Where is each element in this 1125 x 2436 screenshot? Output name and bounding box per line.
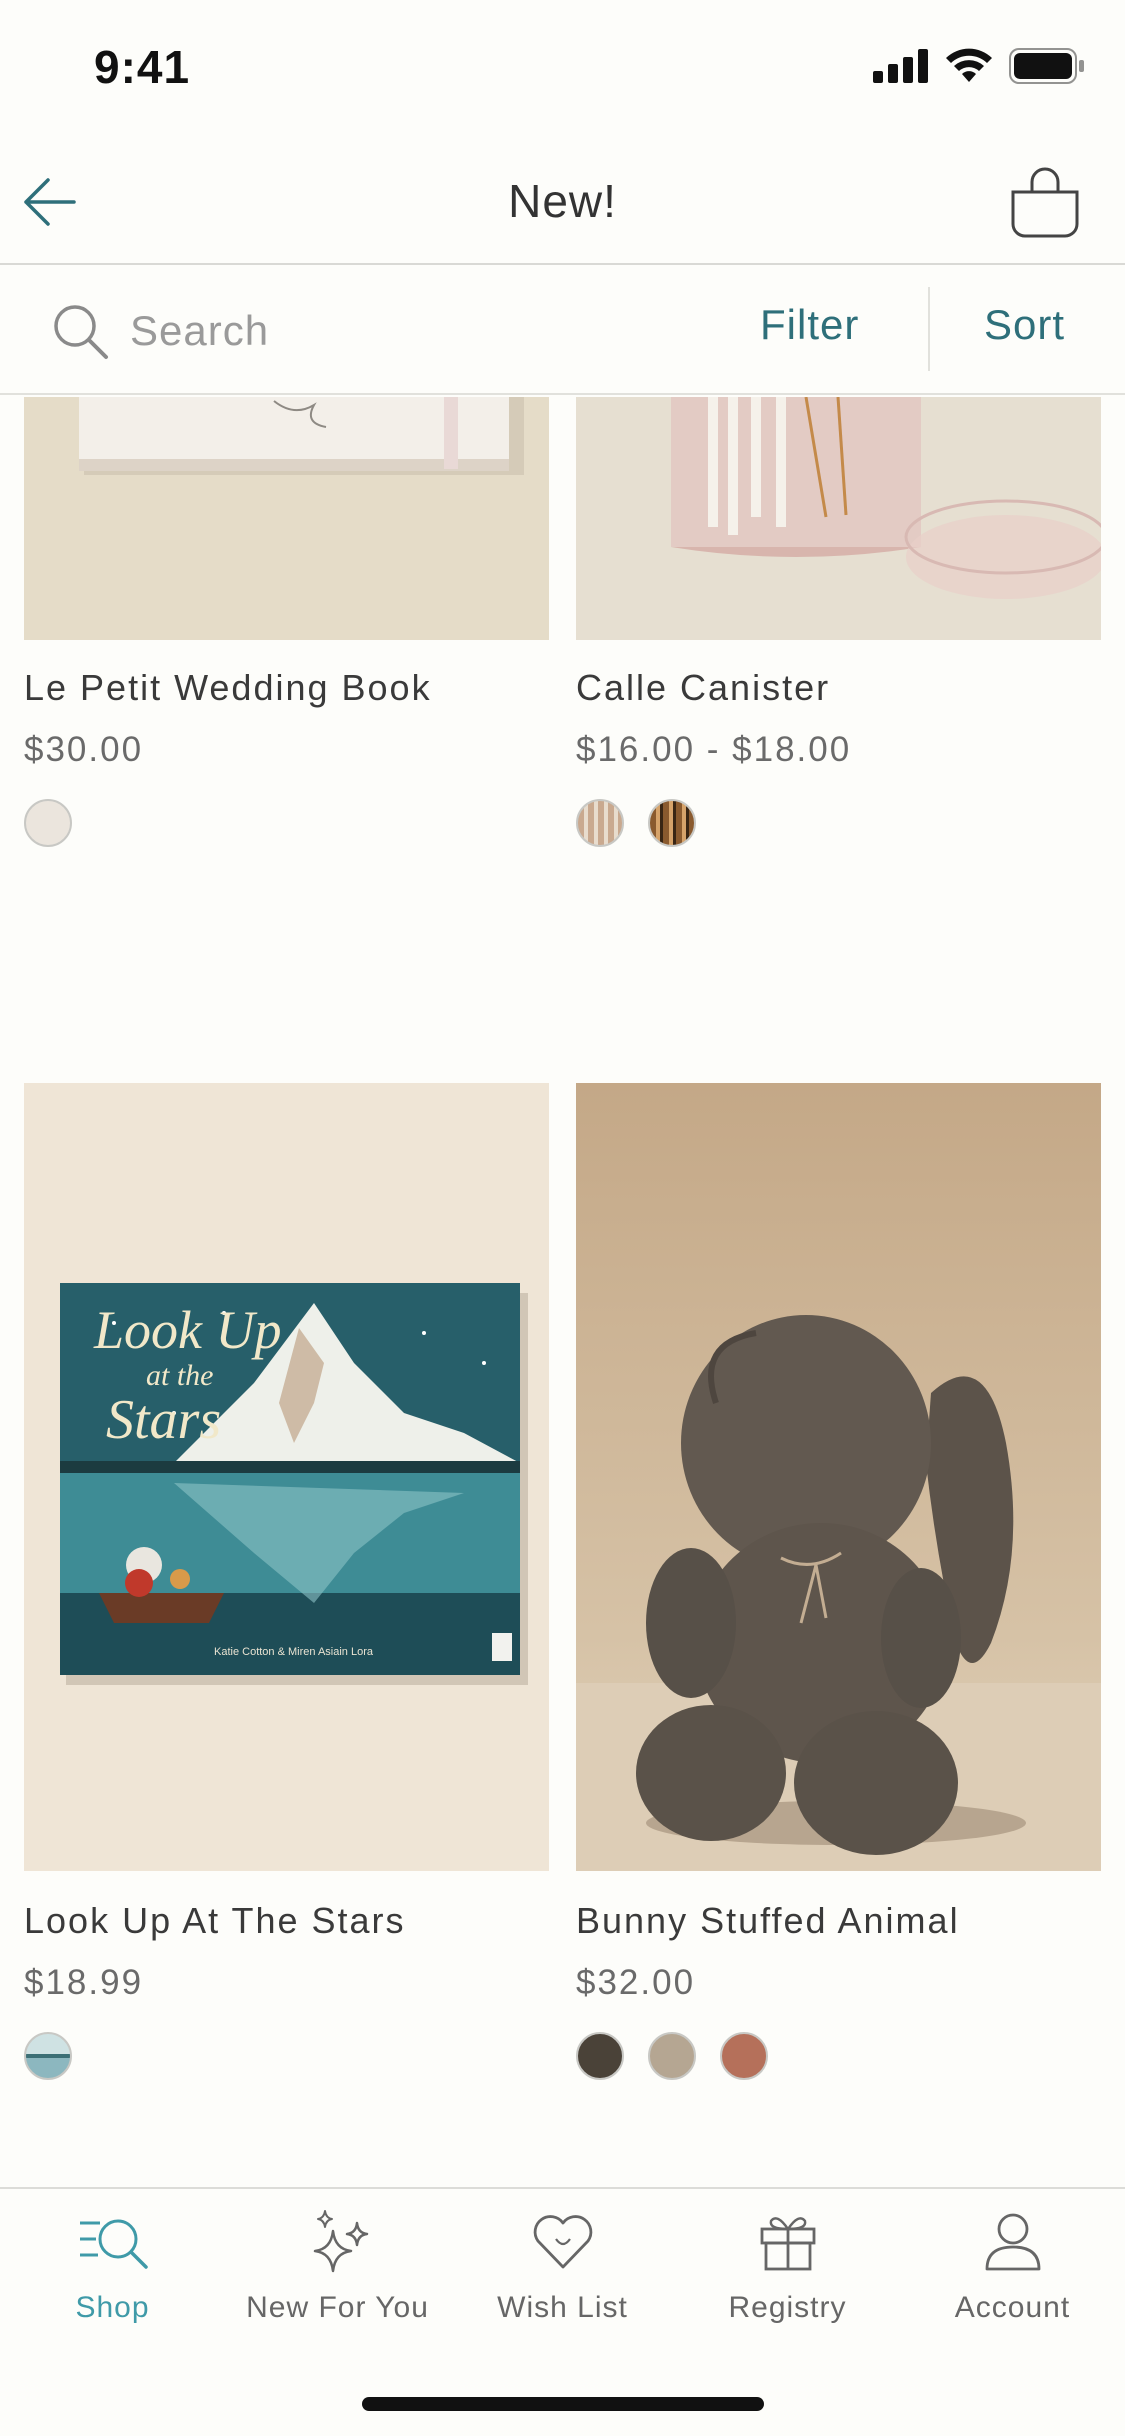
page-title: New! xyxy=(508,175,617,227)
home-indicator[interactable] xyxy=(362,2397,764,2411)
product-image[interactable] xyxy=(576,1083,1101,1871)
product-image[interactable] xyxy=(24,397,549,640)
tab-new-for-you[interactable]: New For You xyxy=(225,2209,450,2359)
gift-icon xyxy=(760,2217,815,2271)
tab-shop[interactable]: Shop xyxy=(0,2209,225,2359)
product-name[interactable]: Look Up At The Stars xyxy=(24,1900,406,1942)
book-title-line1: Look Up xyxy=(93,1300,282,1360)
product-image[interactable]: Look Up at the Stars Katie Cotton & Mire… xyxy=(24,1083,549,1871)
tab-label-wish-list: Wish List xyxy=(497,2291,628,2324)
color-swatch[interactable] xyxy=(648,799,696,847)
tab-label-account: Account xyxy=(954,2291,1071,2324)
filter-button[interactable]: Filter xyxy=(760,301,859,349)
tab-wish-list[interactable]: Wish List xyxy=(450,2209,675,2359)
heart-icon xyxy=(533,2215,592,2269)
product-price: $30.00 xyxy=(24,730,144,769)
color-swatches xyxy=(24,2032,72,2080)
shop-search-icon xyxy=(79,2219,148,2269)
bunny-image xyxy=(576,1083,1101,1871)
cellular-signal-icon xyxy=(873,49,928,83)
status-bar: 9:41 xyxy=(0,0,1125,140)
search-bar: Filter Sort xyxy=(0,267,1125,395)
tab-label-shop: Shop xyxy=(75,2291,150,2324)
product-name[interactable]: Le Petit Wedding Book xyxy=(24,667,432,709)
product-card-wedding-book[interactable]: Le Petit Wedding Book $30.00 xyxy=(24,397,549,867)
product-card-bunny-stuffed-animal[interactable]: Bunny Stuffed Animal $32.00 xyxy=(576,1083,1101,2133)
color-swatches xyxy=(576,2032,768,2080)
color-swatch[interactable] xyxy=(24,2032,72,2080)
product-card-calle-canister[interactable]: Calle Canister $16.00 - $18.00 xyxy=(576,397,1101,867)
color-swatch[interactable] xyxy=(576,799,624,847)
product-image[interactable] xyxy=(576,397,1101,640)
color-swatch[interactable] xyxy=(648,2032,696,2080)
wedding-book-image xyxy=(24,397,549,640)
tab-account[interactable]: Account xyxy=(900,2209,1125,2359)
book-title-line3: Stars xyxy=(106,1389,221,1451)
status-icons xyxy=(873,48,1085,84)
product-price: $18.99 xyxy=(24,1963,144,2002)
person-icon xyxy=(985,2213,1040,2271)
canister-image xyxy=(576,397,1101,640)
tab-registry[interactable]: Registry xyxy=(675,2209,900,2359)
search-icon xyxy=(54,305,108,359)
battery-icon xyxy=(1009,48,1084,84)
search-input[interactable] xyxy=(130,297,690,365)
book-cover-image: Look Up at the Stars Katie Cotton & Mire… xyxy=(24,1083,549,1871)
header: New! xyxy=(0,140,1125,265)
color-swatches xyxy=(576,799,696,847)
product-grid: Le Petit Wedding Book $30.00 Calle Canis… xyxy=(0,397,1125,2187)
color-swatch[interactable] xyxy=(24,799,72,847)
product-price: $16.00 - $18.00 xyxy=(576,730,852,769)
product-name[interactable]: Bunny Stuffed Animal xyxy=(576,1900,960,1942)
tab-label-new-for-you: New For You xyxy=(246,2291,429,2324)
screen: 9:41 New! Search Filter Sort Le Petit We… xyxy=(0,0,1125,2436)
color-swatch[interactable] xyxy=(576,2032,624,2080)
product-price: $32.00 xyxy=(576,1963,696,2002)
shopping-bag-icon xyxy=(1011,167,1079,238)
divider xyxy=(928,287,930,371)
tab-label-registry: Registry xyxy=(728,2291,847,2324)
color-swatch[interactable] xyxy=(720,2032,768,2080)
sparkles-icon xyxy=(313,2210,368,2273)
product-name[interactable]: Calle Canister xyxy=(576,667,830,709)
book-title-line2: at the xyxy=(146,1359,214,1392)
shopping-bag-button[interactable] xyxy=(1005,162,1085,242)
status-time: 9:41 xyxy=(94,41,191,93)
sort-button[interactable]: Sort xyxy=(984,301,1065,349)
color-swatches xyxy=(24,799,72,847)
wifi-icon xyxy=(946,48,992,82)
product-card-look-up-at-the-stars[interactable]: Look Up at the Stars Katie Cotton & Mire… xyxy=(24,1083,549,2133)
book-authors: Katie Cotton & Miren Asiain Lora xyxy=(214,1646,374,1658)
